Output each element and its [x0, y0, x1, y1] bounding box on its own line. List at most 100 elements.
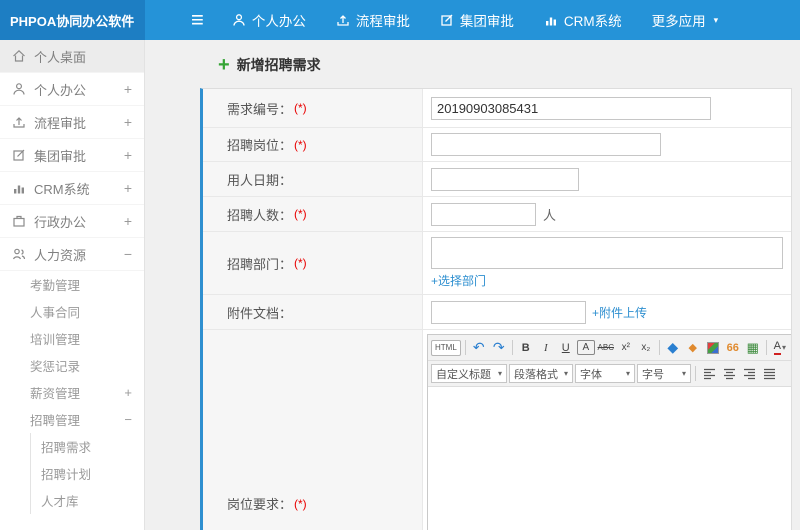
field-label-text: 招聘人数：	[227, 207, 293, 223]
recruitment-submenu: 招聘需求 招聘计划 人才库	[30, 433, 144, 514]
font-size-select[interactable]: 字号 ▾	[637, 364, 691, 383]
nav-workflow-approval[interactable]: 流程审批	[336, 10, 410, 30]
sidebar-item-desktop[interactable]: 个人桌面	[0, 40, 144, 73]
briefcase-icon	[12, 214, 34, 228]
select-department-link[interactable]: +选择部门	[431, 272, 486, 289]
field-label-text: 用人日期：	[227, 172, 293, 188]
required-mark: (*)	[294, 101, 307, 115]
app-logo: PHPOA协同办公软件	[0, 0, 145, 40]
edit-icon	[12, 148, 34, 162]
form-row-hire-date: 用人日期：	[203, 161, 791, 196]
sidebar-item-attendance[interactable]: 考勤管理	[0, 271, 144, 298]
field-label-text: 附件文档：	[227, 305, 293, 321]
headcount-input[interactable]	[431, 202, 536, 226]
nav-more-apps[interactable]: 更多应用 ▾	[652, 10, 719, 30]
sidebar-item-hr[interactable]: 人力资源 −	[0, 238, 144, 271]
expand-toggle[interactable]: +	[124, 180, 132, 196]
align-left-icon[interactable]	[700, 365, 718, 383]
attachment-upload-link[interactable]: +附件上传	[592, 304, 647, 321]
page-title: + 新增招聘需求	[145, 40, 800, 88]
sidebar-item-personal-office[interactable]: 个人办公 +	[0, 73, 144, 106]
html-source-button[interactable]: HTML	[431, 339, 461, 356]
page-title-text: 新增招聘需求	[236, 57, 321, 73]
select-label: 字体	[580, 368, 602, 381]
workflow-icon	[336, 13, 350, 27]
superscript-icon[interactable]: x²	[617, 339, 635, 357]
sidebar-item-label: 行政办公	[34, 214, 87, 230]
paragraph-format-select[interactable]: 段落格式 ▾	[509, 364, 573, 383]
font-color-icon[interactable]: A ▾	[771, 339, 789, 357]
sidebar-item-salary[interactable]: 薪资管理 +	[0, 379, 144, 406]
expand-toggle[interactable]: +	[124, 147, 132, 163]
expand-toggle[interactable]: +	[124, 81, 132, 97]
nav-label: 流程审批	[355, 14, 410, 29]
undo-icon[interactable]: ↶	[470, 339, 488, 357]
nav-personal-office[interactable]: 个人办公	[232, 10, 306, 30]
headcount-unit: 人	[543, 207, 557, 223]
align-justify-icon[interactable]	[760, 365, 778, 383]
sidebar-item-rewards[interactable]: 奖惩记录	[0, 352, 144, 379]
required-mark: (*)	[294, 256, 307, 270]
strikethrough-icon[interactable]: ABC	[597, 339, 615, 357]
sidebar-item-admin-office[interactable]: 行政办公 +	[0, 205, 144, 238]
expand-toggle[interactable]: +	[124, 213, 132, 229]
field-label: 用人日期：	[203, 162, 423, 196]
rich-text-editor: HTML ↶ ↷ B I U A ABC x² x₂ ◆ ◆ 66 ▦ A ▾ …	[427, 334, 791, 530]
recruit-request-form: 需求编号： (*) 招聘岗位： (*)	[200, 88, 792, 530]
align-right-icon[interactable]	[740, 365, 758, 383]
sidebar-item-group-approval[interactable]: 集团审批 +	[0, 139, 144, 172]
field-label-text: 招聘部门：	[227, 256, 293, 272]
department-textarea[interactable]	[431, 237, 783, 269]
collapse-toggle[interactable]: −	[124, 412, 132, 427]
sidebar-item-training[interactable]: 培训管理	[0, 325, 144, 352]
sidebar-item-recruit-request[interactable]: 招聘需求	[31, 433, 144, 460]
expand-toggle[interactable]: +	[124, 385, 132, 400]
align-center-icon[interactable]	[720, 365, 738, 383]
people-icon	[12, 247, 34, 261]
nav-label: CRM系统	[563, 14, 622, 29]
hamburger-menu-icon[interactable]: ≡	[191, 9, 204, 31]
custom-heading-select[interactable]: 自定义标题 ▾	[431, 364, 507, 383]
field-label: 附件文档：	[203, 295, 423, 329]
format-brush-icon[interactable]: ◆	[684, 339, 702, 357]
nav-crm-system[interactable]: CRM系统	[544, 10, 622, 30]
subscript-icon[interactable]: x₂	[637, 339, 655, 357]
font-style-icon[interactable]: A	[576, 340, 595, 355]
bold-icon[interactable]: B	[517, 339, 535, 357]
nav-label: 更多应用	[651, 14, 706, 29]
table-icon[interactable]: ▦	[744, 339, 762, 357]
sidebar-item-workflow-approval[interactable]: 流程审批 +	[0, 106, 144, 139]
italic-icon[interactable]: I	[537, 339, 555, 357]
sidebar-item-hr-contract[interactable]: 人事合同	[0, 298, 144, 325]
sidebar-item-label: 个人办公	[34, 82, 87, 98]
redo-icon[interactable]: ↷	[490, 339, 508, 357]
blockquote-icon[interactable]: 66	[724, 339, 742, 357]
highlight-color-icon[interactable]	[704, 339, 722, 357]
expand-toggle[interactable]: +	[124, 114, 132, 130]
required-mark: (*)	[294, 496, 307, 511]
request-no-input[interactable]	[431, 96, 711, 120]
edit-icon	[440, 13, 454, 27]
collapse-toggle[interactable]: −	[124, 246, 132, 262]
attachment-input[interactable]	[431, 300, 586, 324]
editor-toolbar-row1: HTML ↶ ↷ B I U A ABC x² x₂ ◆ ◆ 66 ▦ A ▾	[428, 335, 791, 361]
sidebar-item-talent-pool[interactable]: 人才库	[31, 487, 144, 514]
field-label: 招聘岗位： (*)	[203, 128, 423, 161]
editor-content-area[interactable]	[428, 387, 791, 530]
home-icon	[12, 49, 34, 63]
sidebar-item-label: 薪资管理	[30, 387, 81, 401]
font-family-select[interactable]: 字体 ▾	[575, 364, 635, 383]
hire-date-input[interactable]	[431, 167, 579, 191]
eraser-icon[interactable]: ◆	[664, 339, 682, 357]
app-title: PHPOA协同办公软件	[10, 13, 135, 29]
field-label: 招聘人数： (*)	[203, 197, 423, 231]
bar-chart-icon	[544, 13, 558, 27]
sidebar-item-recruitment[interactable]: 招聘管理 −	[0, 406, 144, 433]
underline-icon[interactable]: U	[557, 339, 575, 357]
form-row-requirements: 岗位要求： (*) HTML ↶ ↷ B I U A ABC x² x₂ ◆ ◆…	[203, 329, 791, 530]
sidebar-item-crm[interactable]: CRM系统 +	[0, 172, 144, 205]
sidebar-item-recruit-plan[interactable]: 招聘计划	[31, 460, 144, 487]
nav-group-approval[interactable]: 集团审批	[440, 10, 514, 30]
position-input[interactable]	[431, 133, 661, 156]
required-mark: (*)	[294, 137, 307, 152]
